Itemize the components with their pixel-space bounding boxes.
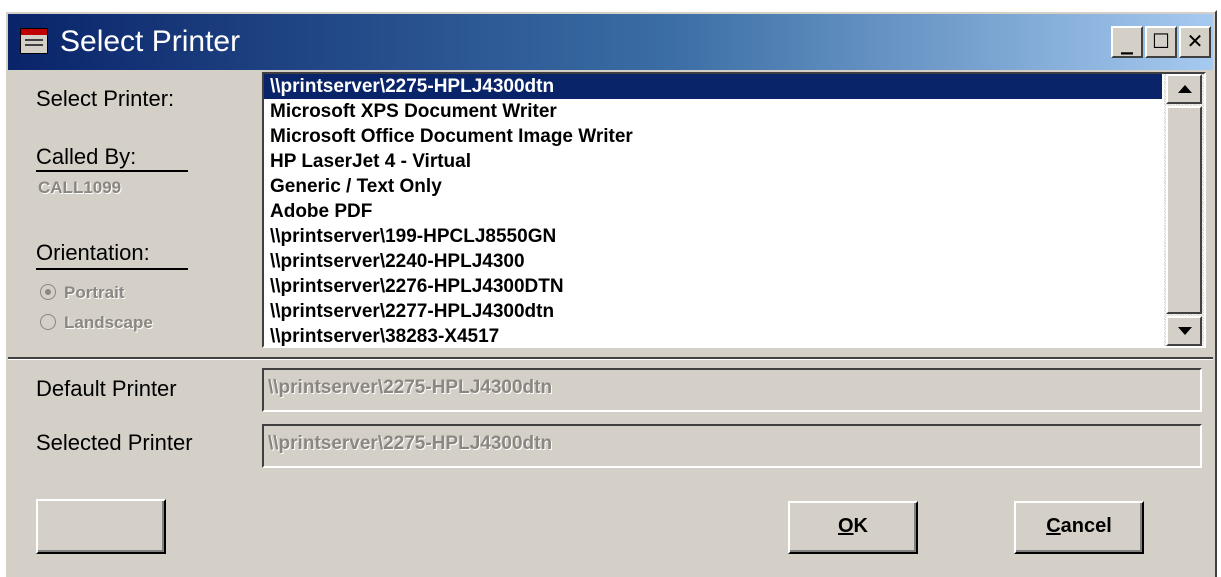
landscape-radio[interactable] <box>40 314 56 330</box>
default-printer-field: \\printserver\2275-HPLJ4300dtn <box>262 368 1202 412</box>
window-title: Select Printer <box>60 25 241 58</box>
list-item[interactable]: Microsoft Office Document Image Writer <box>264 124 1162 149</box>
list-scrollbar[interactable] <box>1164 74 1204 346</box>
landscape-label: Landscape <box>64 313 153 332</box>
list-item[interactable]: HP LaserJet 4 - Virtual <box>264 149 1162 174</box>
list-item[interactable]: \\printserver\2276-HPLJ4300DTN <box>264 274 1162 299</box>
list-item[interactable]: Adobe PDF <box>264 199 1162 224</box>
select-printer-label: Select Printer: <box>36 86 175 111</box>
orientation-rule <box>36 268 188 270</box>
list-item[interactable]: \\printserver\38283-X4517 <box>264 324 1162 346</box>
section-divider <box>8 357 1213 360</box>
ok-mnemonic: O <box>837 515 854 537</box>
selected-printer-label: Selected Printer <box>36 430 193 455</box>
list-item[interactable]: Generic / Text Only <box>264 174 1162 199</box>
list-item[interactable]: \\printserver\199-HPCLJ8550GN <box>264 224 1162 249</box>
called-by-label: Called By: <box>36 144 137 169</box>
close-button[interactable]: ✕ <box>1179 26 1211 58</box>
maximize-icon: ☐ <box>1152 29 1170 53</box>
scroll-thumb[interactable] <box>1166 106 1202 314</box>
printer-listbox[interactable]: \\printserver\2275-HPLJ4300dtn Microsoft… <box>262 72 1206 348</box>
printer-list: \\printserver\2275-HPLJ4300dtn Microsoft… <box>264 74 1162 346</box>
blank-button[interactable] <box>36 499 166 554</box>
cancel-mnemonic: C <box>1046 515 1061 537</box>
list-item[interactable]: \\printserver\2277-HPLJ4300dtn <box>264 299 1162 324</box>
list-item[interactable]: \\printserver\2240-HPLJ4300 <box>264 249 1162 274</box>
title-bar[interactable]: Select Printer _ ☐ ✕ <box>8 14 1213 70</box>
maximize-button[interactable]: ☐ <box>1145 26 1177 58</box>
list-item[interactable]: \\printserver\2275-HPLJ4300dtn <box>264 74 1162 99</box>
orientation-label: Orientation: <box>36 240 150 265</box>
default-printer-label: Default Printer <box>36 376 177 401</box>
called-by-rule <box>36 170 188 172</box>
ok-label-rest: K <box>853 515 868 537</box>
list-item[interactable]: Microsoft XPS Document Writer <box>264 99 1162 124</box>
selected-printer-field: \\printserver\2275-HPLJ4300dtn <box>262 424 1202 468</box>
printer-dialog-icon <box>20 28 48 54</box>
arrow-up-icon <box>1178 85 1192 93</box>
scroll-down-button[interactable] <box>1166 316 1202 346</box>
called-by-value: CALL1099 <box>38 178 122 197</box>
cancel-button[interactable]: Cancel <box>1014 501 1144 554</box>
portrait-radio[interactable] <box>40 284 56 300</box>
close-icon: ✕ <box>1186 29 1204 53</box>
minimize-icon: _ <box>1121 27 1133 55</box>
select-printer-window: Select Printer _ ☐ ✕ Select Printer: Cal… <box>4 10 1217 577</box>
cancel-label-rest: ancel <box>1060 515 1112 537</box>
scroll-up-button[interactable] <box>1166 74 1202 104</box>
ok-button[interactable]: OK <box>788 501 918 554</box>
radio-selected-dot <box>45 289 51 295</box>
portrait-label: Portrait <box>64 283 125 302</box>
minimize-button[interactable]: _ <box>1111 26 1143 58</box>
arrow-down-icon <box>1178 327 1192 335</box>
